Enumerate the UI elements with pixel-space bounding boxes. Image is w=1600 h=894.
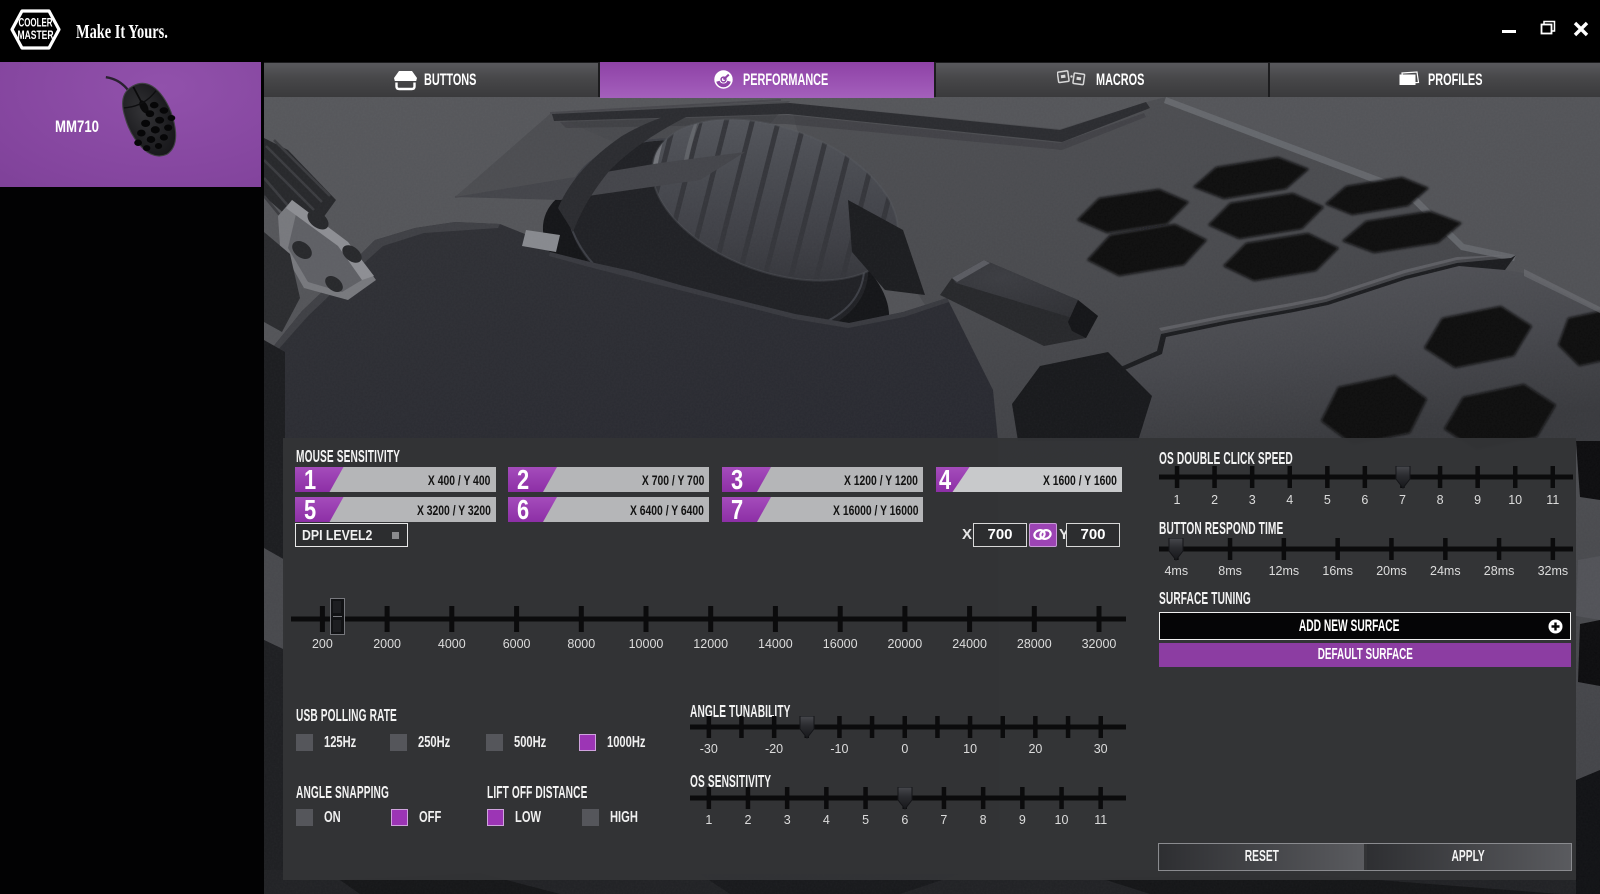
svg-text:MASTER: MASTER (18, 28, 54, 42)
